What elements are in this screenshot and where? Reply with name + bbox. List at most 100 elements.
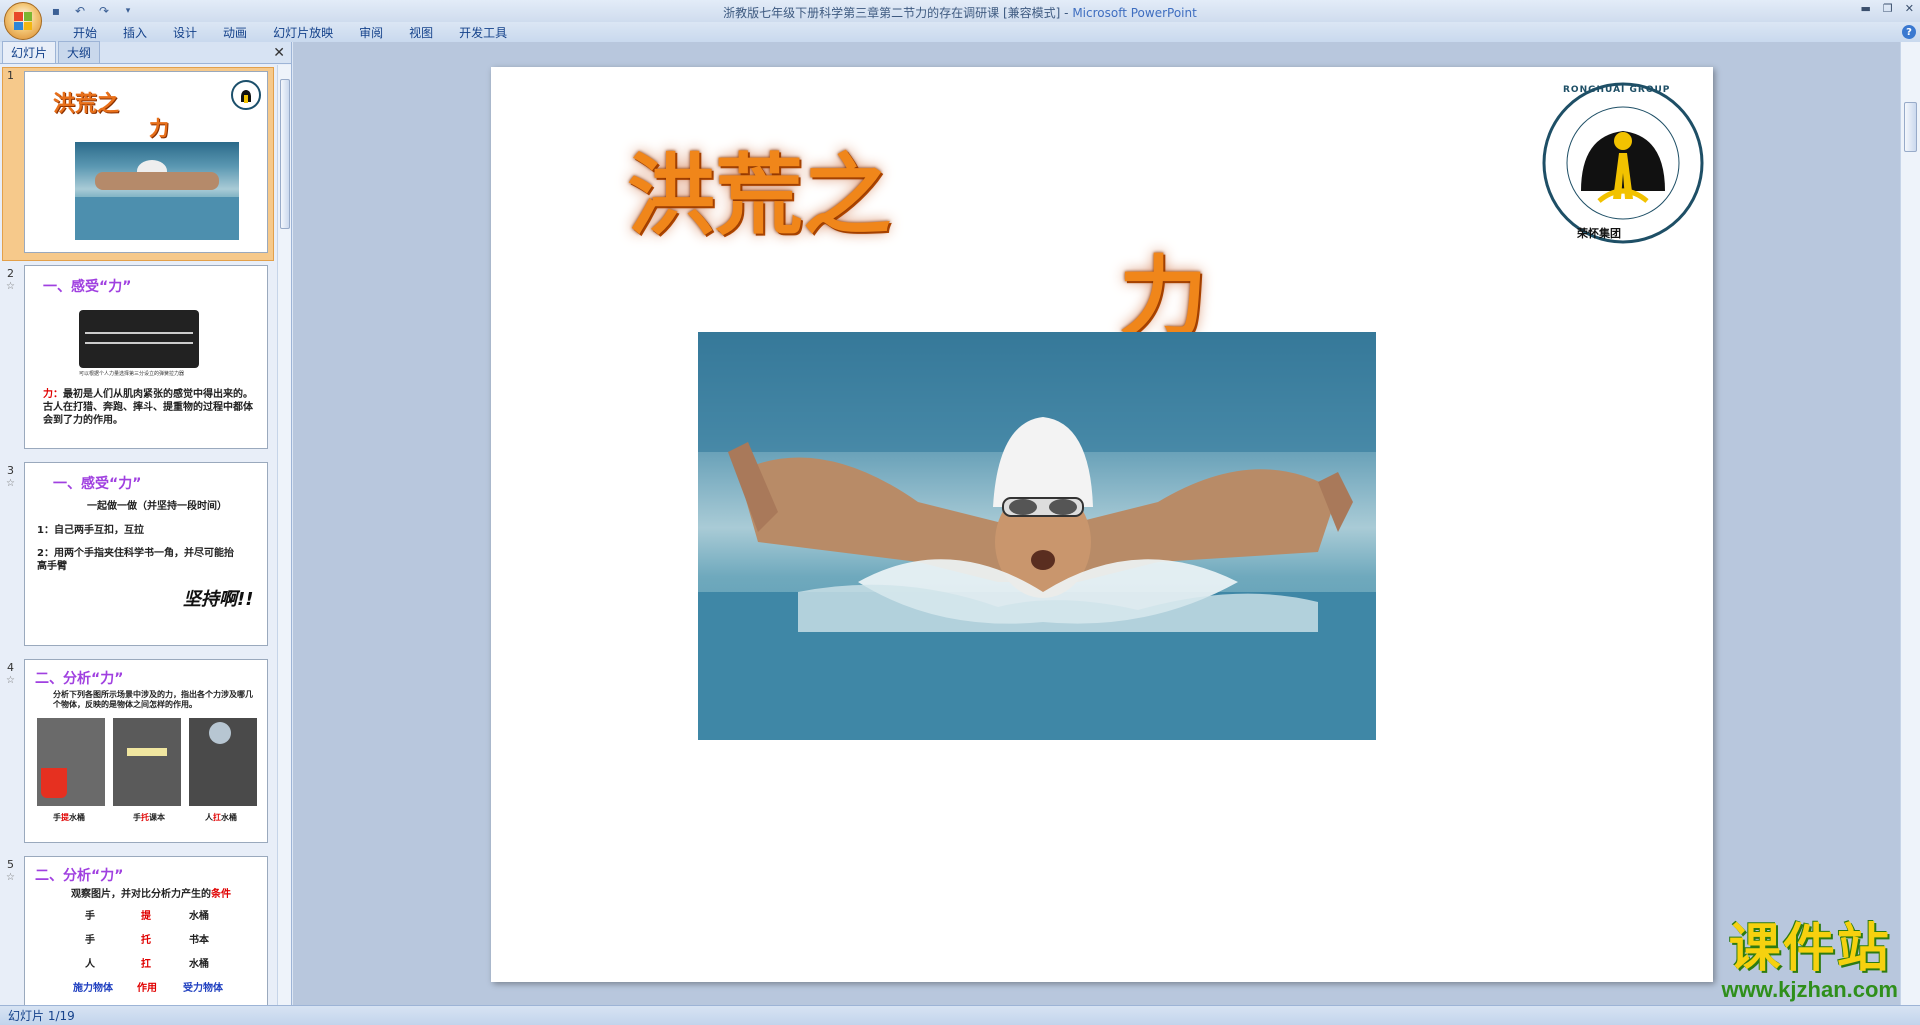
scroll-thumb[interactable] (280, 79, 290, 229)
ribbon-tabs: 开始 插入 设计 动画 幻灯片放映 审阅 视图 开发工具 (0, 22, 1920, 42)
minimize-icon[interactable]: ▬ (1861, 2, 1871, 15)
thumb-shout: 坚持啊!! (183, 589, 254, 610)
restore-icon[interactable]: ❐ (1883, 2, 1893, 15)
thumb-text: 分析下列各图所示场景中涉及的力，指出各个力涉及哪几个物体，反映的是物体之间怎样的… (53, 690, 253, 709)
tab-home[interactable]: 开始 (60, 24, 110, 41)
thumb-canvas: 一、感受“力” 一起做一做（并坚持一段时间） 1：自己两手互扣，互拉 2：用两个… (24, 462, 268, 646)
row-2-col-3: 书本 (189, 935, 209, 946)
ronghuai-logo[interactable]: 荣怀集团 RONGHUAI GROUP (1541, 81, 1705, 245)
watermark-url: www.kjzhan.com (1721, 977, 1898, 1002)
thumb-item-2: 2：用两个手指夹住科学书一角，并尽可能抬高手臂 (37, 548, 234, 572)
watermark-cn: 课件站 (1728, 919, 1891, 979)
thumb-item-1: 1：自己两手互扣，互拉 (37, 525, 144, 536)
window-controls: ▬ ❐ ✕ (1861, 2, 1915, 15)
tab-slideshow[interactable]: 幻灯片放映 (260, 24, 346, 41)
thumb-canvas: 二、分析“力” 观察图片，并对比分析力产生的条件 手 提 水桶 手 托 书本 人… (24, 856, 268, 1005)
thumb-canvas: 洪荒之 力 (24, 71, 268, 253)
editor-scrollbar[interactable] (1900, 42, 1920, 1005)
tab-animations[interactable]: 动画 (210, 24, 260, 41)
thumb-sub: 一起做一做（并坚持一段时间） (87, 501, 227, 512)
app-name: Microsoft PowerPoint (1072, 6, 1197, 20)
thumb-text: 最初是人们从肌肉紧张的感觉中得出来的。古人在打猎、奔跑、摔斗、提重物的过程中都体… (43, 389, 253, 426)
thumb-exerciser-photo (79, 310, 199, 368)
thumb-text: 观察图片，并对比分析力产生的条件 (71, 889, 231, 900)
title-bar: ▪ ↶ ↷ ▾ 浙教版七年级下册科学第三章第二节力的存在调研课 [兼容模式] -… (0, 0, 1920, 22)
slide-thumb-3[interactable]: 3 ☆ 一、感受“力” 一起做一做（并坚持一段时间） 1：自己两手互扣，互拉 2… (0, 460, 275, 656)
window-title: 浙教版七年级下册科学第三章第二节力的存在调研课 [兼容模式] - Microso… (0, 4, 1920, 21)
thumbnail-scrollbar[interactable] (277, 65, 291, 1005)
slide-title-line-1[interactable]: 洪荒之 (627, 125, 891, 252)
slide-thumbnails: 1 洪荒之 力 2 ☆ 一、感受“力” 可以根据个人力量选择第三分设立的弹簧拉力… (0, 65, 275, 1005)
footer-3: 受力物体 (183, 983, 223, 994)
logo-icon (231, 80, 261, 110)
slide-number: 1 (7, 69, 14, 82)
office-button[interactable] (4, 2, 42, 40)
thumb-title-2: 力 (149, 116, 169, 140)
slide-thumb-1[interactable]: 1 洪荒之 力 (0, 65, 275, 261)
slides-pane: 幻灯片 大纲 ✕ 1 洪荒之 力 2 ☆ 一、感受“力” 可以根据个人力量选择第… (0, 41, 292, 1005)
animation-star-icon: ☆ (6, 281, 15, 292)
thumb-heading: 二、分析“力” (35, 671, 124, 687)
slide-count: 幻灯片 1/19 (8, 1009, 75, 1023)
close-icon[interactable]: ✕ (1905, 2, 1914, 15)
slide-thumb-4[interactable]: 4 ☆ 二、分析“力” 分析下列各图所示场景中涉及的力，指出各个力涉及哪几个物体… (0, 657, 275, 853)
thumb-body: 力：最初是人们从肌肉紧张的感觉中得出来的。古人在打猎、奔跑、摔斗、提重物的过程中… (43, 388, 257, 427)
footer-2: 作用 (137, 983, 157, 994)
thumb-caption-3: 人扛水桶 (205, 813, 237, 822)
row-1-col-2: 提 (141, 911, 151, 922)
thumb-heading: 二、分析“力” (35, 868, 124, 884)
thumb-canvas: 二、分析“力” 分析下列各图所示场景中涉及的力，指出各个力涉及哪几个物体，反映的… (24, 659, 268, 843)
slide-editing-area: 洪荒之 力 荣怀集团 RONGHUAI GROUP (293, 42, 1900, 1005)
thumb-title: 洪荒之 (53, 91, 120, 117)
thumb-caption: 可以根据个人力量选择第三分设立的弹簧拉力器 (79, 371, 185, 377)
animation-star-icon: ☆ (6, 478, 15, 489)
thumb-swimmer-photo (75, 142, 239, 240)
thumb-caption-2: 手托课本 (133, 813, 165, 822)
pane-tabs: 幻灯片 大纲 ✕ (0, 41, 291, 64)
slide-number: 3 (7, 464, 14, 477)
help-icon[interactable]: ? (1902, 25, 1916, 39)
row-1-col-1: 手 (85, 911, 95, 922)
scroll-thumb[interactable] (1904, 102, 1917, 152)
row-2-col-1: 手 (85, 935, 95, 946)
row-3-col-2: 扛 (141, 959, 151, 970)
tab-review[interactable]: 审阅 (346, 24, 396, 41)
document-title: 浙教版七年级下册科学第三章第二节力的存在调研课 [兼容模式] (723, 6, 1061, 20)
logo-cn-text: 荣怀集团 (1577, 227, 1621, 240)
current-slide[interactable]: 洪荒之 力 荣怀集团 RONGHUAI GROUP (491, 67, 1713, 982)
logo-icon (1542, 82, 1704, 244)
slide-number: 2 (7, 267, 14, 280)
slide-number: 5 (7, 858, 14, 871)
thumb-heading: 一、感受“力” (53, 476, 142, 492)
thumb-photo-2 (113, 718, 181, 806)
office-logo-icon (14, 12, 32, 30)
animation-star-icon: ☆ (6, 872, 15, 883)
logo-en-text: RONGHUAI GROUP (1563, 85, 1671, 95)
tab-slides[interactable]: 幻灯片 (2, 41, 57, 63)
thumb-caption-1: 手提水桶 (53, 813, 85, 822)
row-3-col-3: 水桶 (189, 959, 209, 970)
site-watermark: 课件站 www.kjzhan.com (1722, 906, 1898, 1003)
status-bar: 幻灯片 1/19 (0, 1005, 1920, 1025)
slide-thumb-5[interactable]: 5 ☆ 二、分析“力” 观察图片，并对比分析力产生的条件 手 提 水桶 手 托 … (0, 854, 275, 1005)
slide-number: 4 (7, 661, 14, 674)
pane-close-icon[interactable]: ✕ (273, 45, 285, 61)
tab-view[interactable]: 视图 (396, 24, 446, 41)
row-1-col-3: 水桶 (189, 911, 209, 922)
thumb-canvas: 一、感受“力” 可以根据个人力量选择第三分设立的弹簧拉力器 力：最初是人们从肌肉… (24, 265, 268, 449)
row-2-col-2: 托 (141, 935, 151, 946)
thumb-photo-3 (189, 718, 257, 806)
thumb-photo-1 (37, 718, 105, 806)
footer-1: 施力物体 (73, 983, 113, 994)
animation-star-icon: ☆ (6, 675, 15, 686)
slide-thumb-2[interactable]: 2 ☆ 一、感受“力” 可以根据个人力量选择第三分设立的弹簧拉力器 力：最初是人… (0, 263, 275, 459)
tab-design[interactable]: 设计 (160, 24, 210, 41)
swimmer-photo[interactable] (698, 332, 1376, 740)
tab-developer[interactable]: 开发工具 (446, 24, 520, 41)
title-separator: - (1060, 6, 1073, 20)
thumb-label: 力： (43, 389, 63, 400)
tab-outline[interactable]: 大纲 (58, 41, 101, 63)
tab-insert[interactable]: 插入 (110, 24, 160, 41)
swimmer-illustration (698, 332, 1376, 740)
thumb-heading: 一、感受“力” (43, 279, 132, 295)
